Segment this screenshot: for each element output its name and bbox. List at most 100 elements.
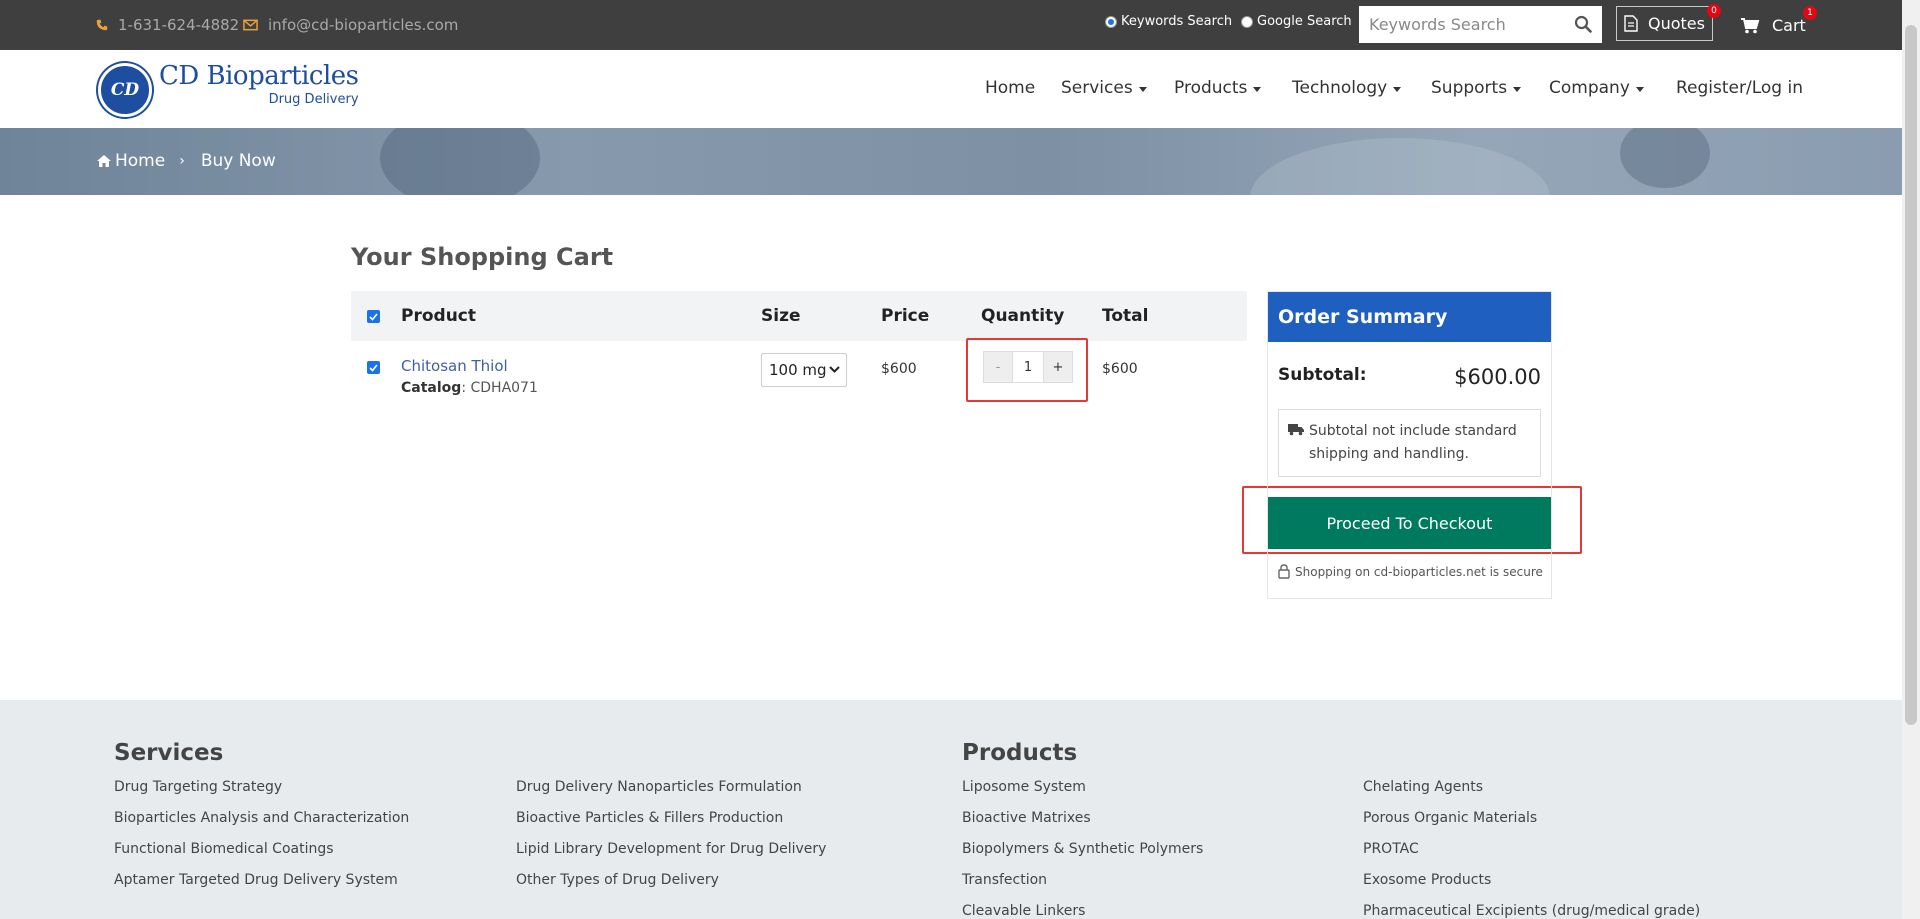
footer-link[interactable]: PROTAC	[1363, 840, 1700, 871]
cart-table-header: Product Size Price Quantity Total	[351, 291, 1247, 341]
breadcrumb-home[interactable]: Home	[115, 151, 165, 171]
column-price: Price	[881, 306, 930, 326]
site-footer: Services Drug Targeting Strategy Biopart…	[0, 700, 1902, 919]
logo-subtitle: Drug Delivery	[268, 92, 359, 107]
footer-link[interactable]: Exosome Products	[1363, 871, 1700, 902]
top-bar: 1-631-624-4882 info@cd-bioparticles.com …	[0, 0, 1902, 50]
footer-link[interactable]: Bioactive Matrixes	[962, 809, 1203, 840]
keywords-search-radio[interactable]: Keywords Search	[1105, 14, 1232, 29]
column-total: Total	[1102, 306, 1149, 326]
size-select[interactable]: 100 mg	[761, 353, 847, 387]
nav-supports[interactable]: Supports	[1431, 78, 1522, 98]
phone-icon	[96, 19, 108, 31]
footer-link[interactable]: Chelating Agents	[1363, 778, 1700, 809]
quotes-button[interactable]: Quotes	[1616, 6, 1713, 41]
breadcrumb: Home › Buy Now	[96, 151, 276, 171]
email-contact[interactable]: info@cd-bioparticles.com	[243, 0, 458, 50]
google-search-radio[interactable]: Google Search	[1241, 14, 1352, 29]
caret-down-icon	[1635, 87, 1644, 92]
caret-down-icon	[1393, 87, 1402, 92]
footer-link[interactable]: Other Types of Drug Delivery	[516, 871, 826, 902]
footer-link[interactable]: Bioparticles Analysis and Characterizati…	[114, 809, 409, 840]
keywords-search-label: Keywords Search	[1121, 14, 1233, 29]
secure-notice: Shopping on cd-bioparticles.net is secur…	[1278, 564, 1543, 579]
logo-mark: CD	[98, 63, 152, 117]
nav-products-label: Products	[1174, 78, 1248, 98]
nav-company-label: Company	[1549, 78, 1630, 98]
truck-icon	[1288, 424, 1304, 436]
quotes-count-badge: 0	[1707, 4, 1721, 18]
product-catalog: Catalog: CDHA071	[401, 380, 538, 396]
page-banner: Home › Buy Now	[0, 128, 1902, 195]
nav-register-login[interactable]: Register/Log in	[1676, 78, 1803, 98]
footer-link[interactable]: Aptamer Targeted Drug Delivery System	[114, 871, 409, 902]
select-all-checkbox[interactable]	[367, 310, 380, 323]
catalog-label: Catalog	[401, 380, 462, 396]
subtotal-label: Subtotal:	[1278, 365, 1367, 385]
search-icon[interactable]	[1574, 15, 1592, 37]
item-total: $600	[1102, 361, 1138, 377]
secure-notice-text: Shopping on cd-bioparticles.net is secur…	[1295, 564, 1543, 579]
check-icon	[369, 312, 378, 321]
nav-services[interactable]: Services	[1061, 78, 1147, 98]
footer-link[interactable]: Drug Targeting Strategy	[114, 778, 409, 809]
radio-selected-icon	[1105, 15, 1117, 28]
page-scrollbar[interactable]	[1902, 0, 1920, 919]
page-title: Your Shopping Cart	[351, 243, 614, 271]
footer-services-title: Services	[114, 740, 224, 766]
item-price: $600	[881, 361, 917, 377]
home-icon	[97, 155, 111, 167]
cart-count-badge: 1	[1803, 6, 1817, 20]
check-icon	[369, 363, 378, 372]
cart-table: Product Size Price Quantity Total Chitos…	[351, 291, 1247, 417]
caret-down-icon	[1138, 87, 1147, 92]
cart-label: Cart	[1772, 15, 1806, 35]
nav-technology[interactable]: Technology	[1292, 78, 1402, 98]
main-header: CD CD Bioparticles Drug Delivery Home Se…	[0, 50, 1902, 128]
cart-button[interactable]: Cart	[1740, 10, 1806, 40]
order-summary-panel: Order Summary Subtotal: $600.00 Subtotal…	[1267, 291, 1552, 599]
column-quantity: Quantity	[981, 306, 1065, 326]
document-icon	[1624, 15, 1638, 32]
breadcrumb-current: Buy Now	[200, 151, 276, 171]
item-checkbox[interactable]	[367, 361, 380, 374]
google-search-label: Google Search	[1257, 14, 1352, 29]
search-input[interactable]	[1359, 15, 1559, 34]
footer-link[interactable]: Porous Organic Materials	[1363, 809, 1700, 840]
lock-icon	[1278, 564, 1290, 579]
footer-link[interactable]: Pharmaceutical Excipients (drug/medical …	[1363, 902, 1700, 919]
nav-company[interactable]: Company	[1549, 78, 1644, 98]
radio-unselected-icon	[1241, 15, 1253, 28]
catalog-number: CDHA071	[470, 380, 538, 396]
caret-down-icon	[1513, 87, 1522, 92]
order-summary-title: Order Summary	[1268, 292, 1551, 342]
scrollbar-thumb[interactable]	[1905, 25, 1917, 725]
footer-services-column-2: Drug Delivery Nanoparticles Formulation …	[516, 778, 826, 902]
site-logo[interactable]: CD CD Bioparticles Drug Delivery	[98, 63, 359, 117]
nav-products[interactable]: Products	[1174, 78, 1262, 98]
search-box	[1359, 6, 1602, 43]
nav-home-label: Home	[985, 78, 1036, 98]
footer-link[interactable]: Drug Delivery Nanoparticles Formulation	[516, 778, 826, 809]
footer-link[interactable]: Functional Biomedical Coatings	[114, 840, 409, 871]
nav-supports-label: Supports	[1431, 78, 1508, 98]
nav-home[interactable]: Home	[985, 78, 1035, 98]
footer-link[interactable]: Biopolymers & Synthetic Polymers	[962, 840, 1203, 871]
footer-products-column-1: Liposome System Bioactive Matrixes Biopo…	[962, 778, 1203, 919]
email-text: info@cd-bioparticles.com	[268, 16, 459, 34]
footer-services-column-1: Drug Targeting Strategy Bioparticles Ana…	[114, 778, 409, 902]
footer-products-column-2: Chelating Agents Porous Organic Material…	[1363, 778, 1700, 919]
footer-link[interactable]: Lipid Library Development for Drug Deliv…	[516, 840, 826, 871]
proceed-to-checkout-button[interactable]: Proceed To Checkout	[1268, 497, 1551, 549]
chevron-down-icon	[829, 366, 840, 373]
product-name-link[interactable]: Chitosan Thiol	[401, 357, 508, 375]
subtotal-value: $600.00	[1454, 365, 1541, 389]
nav-register-label: Register/Log in	[1676, 78, 1803, 98]
footer-link[interactable]: Transfection	[962, 871, 1203, 902]
footer-link[interactable]: Cleavable Linkers	[962, 902, 1203, 919]
envelope-icon	[243, 19, 258, 31]
phone-contact[interactable]: 1-631-624-4882	[96, 0, 239, 50]
logo-name: CD Bioparticles	[159, 61, 359, 91]
footer-link[interactable]: Liposome System	[962, 778, 1203, 809]
footer-link[interactable]: Bioactive Particles & Fillers Production	[516, 809, 826, 840]
